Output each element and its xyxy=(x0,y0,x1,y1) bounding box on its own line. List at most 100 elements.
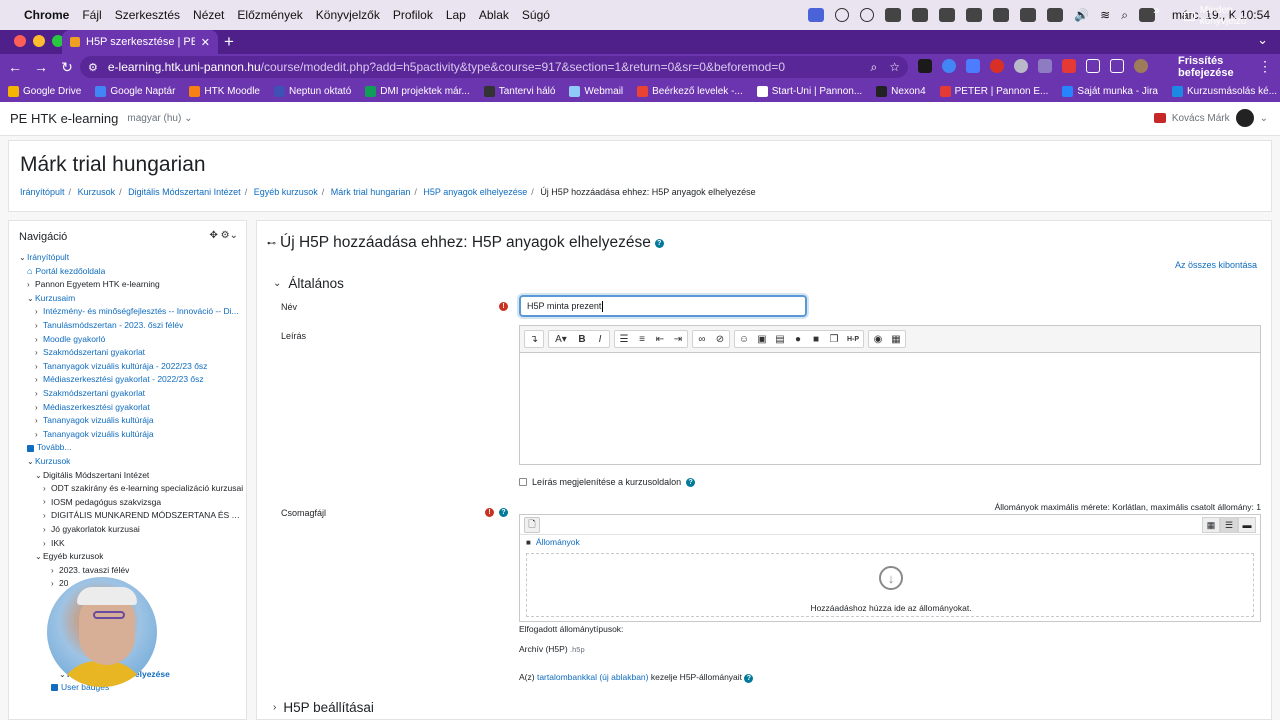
screen-share-icon[interactable] xyxy=(808,8,825,22)
nav-item[interactable]: ⌄ Digitális Módszertani Intézet xyxy=(35,469,244,483)
extension-6-icon[interactable] xyxy=(1038,59,1052,73)
content-bank-link[interactable]: tartalombankkal (új ablakban) xyxy=(537,672,649,682)
chevron-right-icon[interactable]: › xyxy=(51,564,59,578)
help-icon[interactable]: ? xyxy=(744,674,754,683)
chevron-down-icon[interactable]: ⌄ xyxy=(35,550,43,564)
screen-icon[interactable] xyxy=(1020,8,1037,22)
nav-item[interactable]: ⌄ Kurzusaim xyxy=(27,292,244,306)
extension-3-icon[interactable] xyxy=(966,59,980,73)
toolbar-toggle-icon[interactable]: ↴ xyxy=(525,331,543,347)
breadcrumb-course[interactable]: Márk trial hungarian xyxy=(331,187,411,197)
close-tab-icon[interactable]: ✕ xyxy=(201,36,210,49)
bookmark-star-icon[interactable]: ☆ xyxy=(889,60,900,75)
menu-edit[interactable]: Szerkesztés xyxy=(115,8,180,22)
numbered-list-icon[interactable]: ≡ xyxy=(633,331,651,347)
bookmark-item[interactable]: HTK Moodle xyxy=(189,85,260,97)
extension-1-icon[interactable] xyxy=(918,59,932,73)
reload-icon[interactable]: ↻ xyxy=(56,59,78,76)
nav-item[interactable]: ⌄ Egyéb kurzusok xyxy=(35,550,244,564)
add-file-icon[interactable]: 🗋 xyxy=(524,517,540,533)
bookmark-item[interactable]: PETER | Pannon E... xyxy=(939,85,1048,97)
bookmark-item[interactable]: Saját munka - Jira xyxy=(1062,85,1158,97)
nav-item[interactable]: › Tanulásmódszertan - 2023. őszi félév xyxy=(35,319,244,333)
site-info-icon[interactable]: ⚙ xyxy=(88,61,98,74)
folder-view-icon[interactable]: ▬ xyxy=(1238,517,1256,533)
files-folder-link[interactable]: Állományok xyxy=(536,537,580,547)
breadcrumb-courses[interactable]: Kurzusok xyxy=(78,187,116,197)
chevron-right-icon[interactable]: › xyxy=(43,537,51,551)
chevron-right-icon[interactable]: › xyxy=(35,401,43,415)
breadcrumb-other-courses[interactable]: Egyéb kurzusok xyxy=(254,187,318,197)
nav-item[interactable]: › ODT szakirány és e-learning specializác… xyxy=(43,482,244,496)
app-status-icon[interactable] xyxy=(885,8,902,22)
bold-icon[interactable]: B xyxy=(573,331,591,347)
chevron-right-icon[interactable]: › xyxy=(43,482,51,496)
chevron-down-icon[interactable]: ⌄ xyxy=(27,292,35,306)
nav-item[interactable]: › Intézmény- és minőségfejlesztés -- Inno… xyxy=(35,305,244,319)
chrome-menu-icon[interactable]: ⋮ xyxy=(1258,58,1272,75)
time-machine-icon[interactable] xyxy=(860,8,875,22)
language-menu[interactable]: magyar (hu) ⌄ xyxy=(127,113,192,124)
table-icon[interactable]: ▦ xyxy=(887,331,905,347)
nav-item[interactable]: ⌄ Irányítópult xyxy=(19,251,244,265)
show-description-checkbox[interactable] xyxy=(519,478,527,486)
media-icon[interactable]: ▤ xyxy=(771,331,789,347)
site-name[interactable]: PE HTK e-learning xyxy=(10,111,118,126)
bookmark-item[interactable]: Google Drive xyxy=(8,85,81,97)
vpn-icon[interactable] xyxy=(993,8,1010,22)
stripe-icon[interactable] xyxy=(966,8,983,22)
help-icon[interactable]: ? xyxy=(499,508,508,517)
volume-icon[interactable]: 🔊 xyxy=(1074,8,1089,22)
expand-all-link[interactable]: Az összes kibontása xyxy=(1175,260,1257,270)
bookmark-item[interactable]: Beérkező levelek -... xyxy=(637,85,743,97)
section-h5p-settings-header[interactable]: › H5P beállításai xyxy=(273,700,374,715)
menu-file[interactable]: Fájl xyxy=(82,8,101,22)
chevron-right-icon[interactable]: › xyxy=(35,414,43,428)
nav-item[interactable]: › Szakmódszertani gyakorlat xyxy=(35,387,244,401)
italic-icon[interactable]: I xyxy=(591,331,609,347)
help-icon[interactable]: ? xyxy=(654,238,664,248)
grid-view-icon[interactable]: ▦ xyxy=(1202,517,1220,533)
nav-item[interactable]: › Tananyagok vizuális kultúrája xyxy=(35,428,244,442)
bookmarks-overflow-icon[interactable]: » xyxy=(1153,3,1160,17)
search-icon[interactable]: ⌕ xyxy=(1121,8,1128,23)
nav-item[interactable]: › Tananyagok vizuális kultúrája xyxy=(35,414,244,428)
address-bar[interactable]: ⚙ e-learning.htk.uni-pannon.hu /course/m… xyxy=(80,56,908,78)
extension-5-icon[interactable] xyxy=(1014,59,1028,73)
back-icon[interactable]: ← xyxy=(4,59,26,75)
breadcrumb-section[interactable]: H5P anyagok elhelyezése xyxy=(423,187,527,197)
font-style-icon[interactable]: A▾ xyxy=(549,331,573,347)
bookmark-item[interactable]: Nexon4 xyxy=(876,85,926,97)
close-window-icon[interactable] xyxy=(14,35,26,47)
nav-item[interactable]: › Moodle gyakorló xyxy=(35,333,244,347)
new-tab-icon[interactable]: + xyxy=(224,32,234,52)
browser-tab-active[interactable]: H5P szerkesztése | PE HTK e ✕ xyxy=(62,30,218,54)
nav-item[interactable]: › Szakmódszertani gyakorlat xyxy=(35,346,244,360)
nav-item[interactable]: › Médiaszerkesztési gyakorlat xyxy=(35,401,244,415)
bookmark-item[interactable]: Neptun oktató xyxy=(273,85,351,97)
notification-badge-icon[interactable] xyxy=(1153,113,1166,123)
breadcrumb-dashboard[interactable]: Irányítópult xyxy=(20,187,65,197)
menu-help[interactable]: Súgó xyxy=(522,8,550,22)
tab-search-icon[interactable]: ⌄ xyxy=(1257,32,1268,48)
link-icon[interactable]: ∞ xyxy=(693,331,711,347)
chevron-right-icon[interactable]: › xyxy=(43,509,51,523)
nav-item[interactable]: › Tananyagok vizuális kultúrája - 2022/23… xyxy=(35,360,244,374)
menu-profiles[interactable]: Profilok xyxy=(393,8,433,22)
record-video-icon[interactable]: ■ xyxy=(807,331,825,347)
user-menu[interactable]: Kovács Márk ⌄ xyxy=(1153,109,1268,127)
nav-item[interactable]: › Médiaszerkesztési gyakorlat - 2022/23 ő… xyxy=(35,373,244,387)
record-audio-icon[interactable]: ● xyxy=(789,331,807,347)
battery-icon[interactable] xyxy=(1047,8,1064,22)
chevron-down-icon[interactable]: ⌄ xyxy=(35,469,43,483)
cloud-icon[interactable] xyxy=(912,8,929,22)
nav-item[interactable]: › Jó gyakorlatok kurzusai xyxy=(43,523,244,537)
all-bookmarks-button[interactable]: Minden könyvjelző xyxy=(1184,5,1280,27)
menu-window[interactable]: Ablak xyxy=(479,8,509,22)
bookmark-item[interactable]: Kurzusmásolás ké... xyxy=(1172,85,1277,97)
nav-item[interactable]: ›DIGITÁLIS MUNKAREND MÓDSZERTANA ÉS TECH… xyxy=(43,509,244,523)
nav-item[interactable]: ⌄ Kurzusok xyxy=(27,455,244,469)
list-view-icon[interactable]: ☰ xyxy=(1220,517,1238,533)
chevron-right-icon[interactable]: › xyxy=(27,278,35,292)
chevron-right-icon[interactable]: › xyxy=(35,305,43,319)
